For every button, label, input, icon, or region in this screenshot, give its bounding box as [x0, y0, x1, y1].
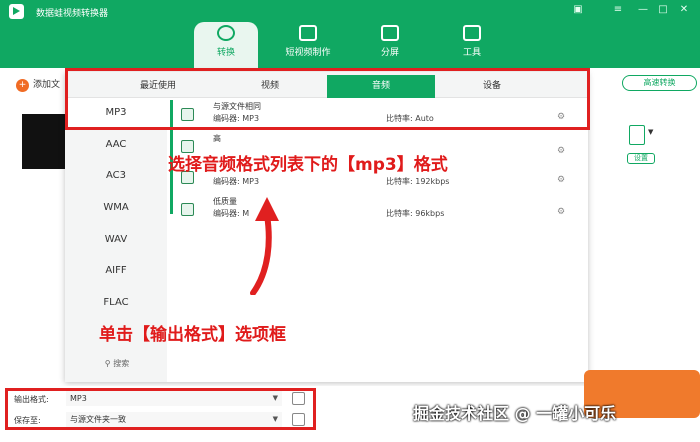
short-video-icon	[299, 25, 317, 41]
watermark: 掘金技术社区 @ 一罐小可乐	[413, 404, 617, 423]
toolbox-icon	[463, 25, 481, 41]
maximize-icon[interactable]: □	[657, 4, 669, 16]
add-file-label: 添加文	[33, 80, 61, 90]
format-item-ac3[interactable]: AC3	[65, 161, 167, 191]
bitrate-label: 比特率: 192kbps	[386, 177, 450, 186]
gear-icon[interactable]: ⚙	[557, 175, 565, 185]
app-logo-icon	[9, 4, 24, 19]
split-screen-icon	[381, 25, 399, 41]
quality-label: 高	[213, 134, 221, 143]
tab-tools[interactable]: 工具	[440, 22, 504, 68]
high-speed-convert-button[interactable]: 高速转换	[622, 75, 697, 91]
encoder-label: 编码器: M	[213, 209, 250, 218]
bitrate-label: 比特率: 96kbps	[386, 209, 445, 218]
highlight-box	[5, 388, 316, 430]
format-search[interactable]: ⚲ 搜索	[73, 354, 161, 374]
gear-icon[interactable]: ⚙	[557, 146, 565, 156]
tab-convert[interactable]: 转换	[194, 22, 258, 68]
tab-split-screen-label: 分屏	[380, 48, 399, 58]
mp3-format-icon[interactable]	[629, 125, 645, 145]
close-icon[interactable]: ✕	[678, 4, 690, 16]
window-menu-icon[interactable]: ≡	[612, 4, 624, 16]
convert-icon	[217, 25, 235, 41]
chevron-down-icon[interactable]: ▼	[648, 128, 653, 136]
tab-short-video-label: 短视频制作	[285, 48, 331, 58]
annotation-format-list: 选择音频格式列表下的【mp3】格式	[168, 155, 448, 175]
gear-icon[interactable]: ⚙	[557, 207, 565, 217]
annotation-output-format: 单击【输出格式】选项框	[99, 325, 286, 345]
format-item-wav[interactable]: WAV	[65, 225, 167, 255]
title-bar: 数据蛙视频转换器 ▣ ≡ — □ ✕ 转换 短视频制作 分屏 工具	[0, 0, 700, 72]
tab-split-screen[interactable]: 分屏	[358, 22, 422, 68]
highlight-box	[65, 68, 590, 130]
minimize-icon[interactable]: —	[637, 4, 649, 16]
format-item-aiff[interactable]: AIFF	[65, 256, 167, 286]
search-icon: ⚲	[104, 359, 114, 368]
format-item-wma[interactable]: WMA	[65, 193, 167, 223]
settings-button[interactable]: 设置	[627, 153, 655, 164]
format-item-flac[interactable]: FLAC	[65, 288, 167, 318]
tab-tools-label: 工具	[462, 48, 481, 58]
search-label: 搜索	[113, 359, 130, 368]
window-menu-icon[interactable]: ▣	[572, 4, 584, 16]
quality-option[interactable]: 低质量 编码器: M 比特率: 96kbps ⚙	[181, 196, 581, 226]
red-arrow-icon	[250, 197, 279, 295]
app-title: 数据蛙视频转换器	[36, 9, 109, 19]
tab-short-video[interactable]: 短视频制作	[276, 22, 340, 68]
audio-quality-icon	[181, 203, 194, 216]
quality-label: 低质量	[213, 197, 237, 206]
tab-convert-label: 转换	[216, 48, 235, 58]
add-file-button[interactable]: + 添加文	[16, 77, 60, 92]
plus-icon: +	[16, 79, 29, 92]
encoder-label: 编码器: MP3	[213, 177, 260, 186]
format-item-aac[interactable]: AAC	[65, 130, 167, 160]
